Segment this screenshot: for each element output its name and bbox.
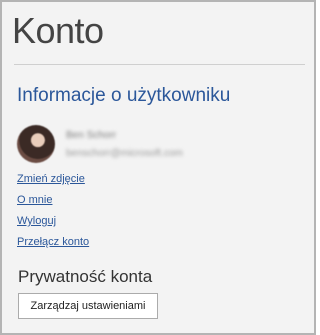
- user-email: benschorr@microsoft.com: [66, 148, 183, 159]
- divider: [14, 64, 305, 65]
- page-title: Konto: [12, 10, 104, 51]
- avatar: [17, 125, 55, 163]
- account-panel: Konto Informacje o użytkowniku Ben Schor…: [0, 0, 316, 335]
- user-info-heading: Informacje o użytkowniku: [17, 85, 231, 106]
- change-photo-link[interactable]: Zmień zdjęcie: [17, 171, 89, 192]
- privacy-heading: Prywatność konta: [18, 267, 153, 286]
- manage-settings-button[interactable]: Zarządzaj ustawieniami: [18, 293, 158, 319]
- switch-account-link[interactable]: Przełącz konto: [17, 234, 89, 255]
- user-name: Ben Schorr: [66, 130, 117, 141]
- about-me-link[interactable]: O mnie: [17, 192, 89, 213]
- account-links: Zmień zdjęcie O mnie Wyloguj Przełącz ko…: [17, 171, 89, 255]
- sign-out-link[interactable]: Wyloguj: [17, 213, 89, 234]
